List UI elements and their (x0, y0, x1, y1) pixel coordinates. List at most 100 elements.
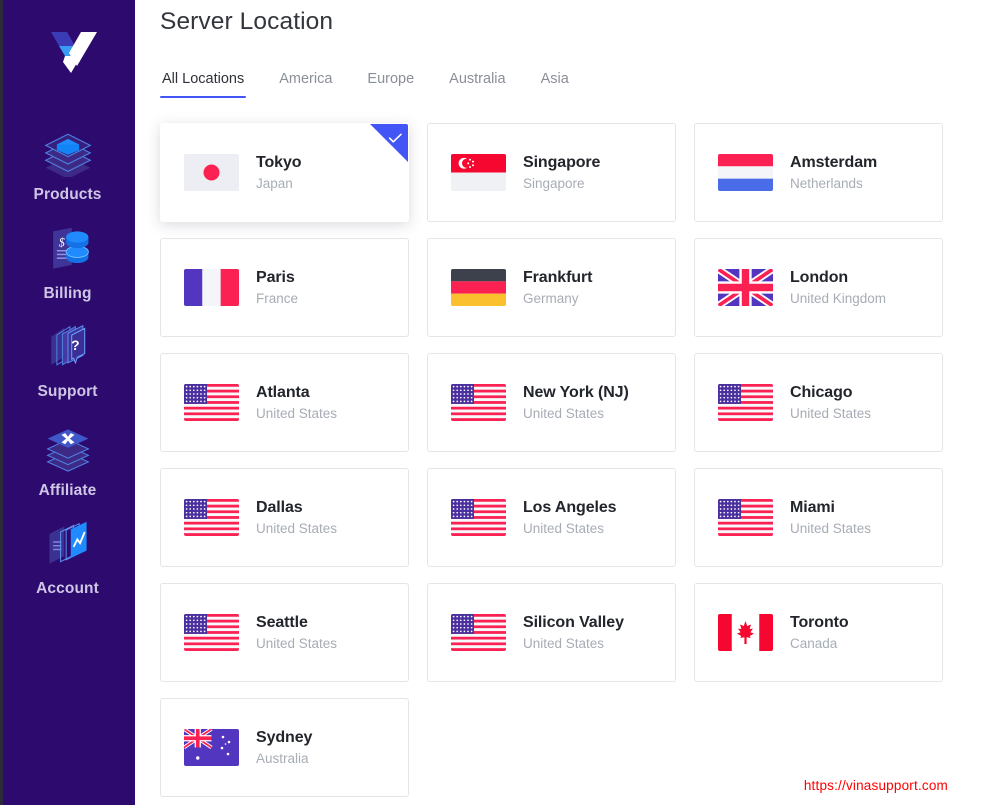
location-text: Silicon Valley United States (523, 613, 624, 653)
location-country: United States (256, 635, 338, 651)
location-city: Miami (790, 498, 835, 516)
location-country: Singapore (523, 175, 585, 191)
sidebar-item-support[interactable]: ? Support (0, 321, 135, 400)
flag-icon-gb (718, 269, 773, 306)
location-card[interactable]: Singapore Singapore (427, 123, 676, 222)
location-country: United States (523, 405, 605, 421)
location-country: United States (790, 520, 872, 536)
location-text: Amsterdam Netherlands (790, 153, 877, 193)
location-card[interactable]: Los Angeles United States (427, 468, 676, 567)
location-card[interactable]: Sydney Australia (160, 698, 409, 797)
location-city: Singapore (523, 153, 601, 171)
tab-all-locations[interactable]: All Locations (160, 70, 247, 98)
location-city: London (790, 268, 849, 286)
location-card[interactable]: Seattle United States (160, 583, 409, 682)
location-card[interactable]: Paris France (160, 238, 409, 337)
flag-icon-us (184, 384, 239, 421)
tab-asia[interactable]: Asia (539, 70, 571, 98)
location-country: United States (790, 405, 872, 421)
location-city: Sydney (256, 728, 313, 746)
sidebar-item-label-products: Products (33, 186, 102, 203)
flag-icon-fr (184, 269, 239, 306)
location-grid: Tokyo Japan Singapore Singapore Amsterdam Ne… (160, 123, 948, 797)
sidebar-item-account[interactable]: Account (0, 518, 135, 597)
location-country: United States (256, 405, 338, 421)
window-edge-strip (0, 0, 3, 805)
tab-europe[interactable]: Europe (365, 70, 416, 98)
location-text: Chicago United States (790, 383, 871, 423)
flag-icon-us (451, 614, 506, 651)
location-city: Frankfurt (523, 268, 593, 286)
flag-icon-us (184, 499, 239, 536)
sidebar-item-products[interactable]: Products (0, 124, 135, 203)
location-card[interactable]: Miami United States (694, 468, 943, 567)
location-text: Atlanta United States (256, 383, 337, 423)
location-text: Frankfurt Germany (523, 268, 592, 308)
location-text: Dallas United States (256, 498, 337, 538)
flag-icon-us (451, 499, 506, 536)
location-country: Germany (523, 290, 579, 306)
windows-chart-icon (39, 518, 97, 572)
location-country: Japan (256, 175, 293, 191)
location-city: New York (NJ) (523, 383, 629, 401)
watermark-url: https://vinasupport.com (803, 778, 948, 793)
tab-america[interactable]: America (277, 70, 334, 98)
location-card[interactable]: Atlanta United States (160, 353, 409, 452)
svg-text:$: $ (58, 235, 64, 249)
location-text: New York (NJ) United States (523, 383, 629, 423)
svg-text:?: ? (71, 337, 80, 353)
location-country: United Kingdom (790, 290, 887, 306)
sidebar-item-label-affiliate: Affiliate (38, 481, 97, 499)
flag-icon-us (718, 384, 773, 421)
location-country: Canada (790, 635, 838, 651)
sidebar-item-label-billing: Billing (43, 284, 92, 302)
sidebar-item-label-support: Support (37, 383, 98, 400)
location-country: United States (256, 520, 338, 536)
location-city: Toronto (790, 613, 849, 631)
location-text: Los Angeles United States (523, 498, 617, 538)
flag-icon-au (184, 729, 239, 766)
location-city: Silicon Valley (523, 613, 624, 631)
location-city: Chicago (790, 383, 853, 401)
location-country: Australia (256, 750, 309, 766)
location-text: Singapore Singapore (523, 153, 600, 193)
location-city: Los Angeles (523, 498, 617, 516)
location-city: Seattle (256, 613, 308, 631)
location-city: Amsterdam (790, 153, 878, 171)
flag-icon-jp (184, 154, 239, 191)
sidebar-item-billing[interactable]: $ Billing (0, 223, 135, 302)
location-card[interactable]: Silicon Valley United States (427, 583, 676, 682)
location-city: Atlanta (256, 383, 310, 401)
location-text: Seattle United States (256, 613, 337, 653)
location-city: Paris (256, 268, 295, 286)
location-filter-tabs: All Locations America Europe Australia A… (160, 60, 948, 98)
flag-icon-us (451, 384, 506, 421)
sidebar-item-affiliate[interactable]: Affiliate (0, 420, 135, 499)
location-text: London United Kingdom (790, 268, 886, 308)
tab-australia[interactable]: Australia (447, 70, 507, 98)
location-text: Paris France (256, 268, 298, 308)
sidebar-item-label-account: Account (36, 580, 99, 597)
chat-question-icon: ? (39, 321, 97, 375)
location-card[interactable]: Tokyo Japan (160, 123, 409, 222)
location-country: United States (523, 635, 605, 651)
vultr-logo[interactable] (37, 26, 99, 78)
location-card[interactable]: Amsterdam Netherlands (694, 123, 943, 222)
location-card[interactable]: Frankfurt Germany (427, 238, 676, 337)
location-card[interactable]: New York (NJ) United States (427, 353, 676, 452)
location-country: Netherlands (790, 175, 863, 191)
layers-x-icon (39, 420, 97, 474)
location-card[interactable]: Chicago United States (694, 353, 943, 452)
location-card[interactable]: London United Kingdom (694, 238, 943, 337)
sidebar: Products $ Billing ? Support Affiliate A… (0, 0, 135, 805)
page-title: Server Location (160, 8, 334, 35)
location-card[interactable]: Dallas United States (160, 468, 409, 567)
location-text: Tokyo Japan (256, 153, 302, 193)
location-city: Tokyo (256, 153, 302, 171)
flag-icon-sg (451, 154, 506, 191)
main-content: Server Location All Locations America Eu… (135, 0, 988, 805)
flag-icon-ca (718, 614, 773, 651)
location-text: Miami United States (790, 498, 871, 538)
location-card[interactable]: Toronto Canada (694, 583, 943, 682)
location-text: Toronto Canada (790, 613, 849, 653)
